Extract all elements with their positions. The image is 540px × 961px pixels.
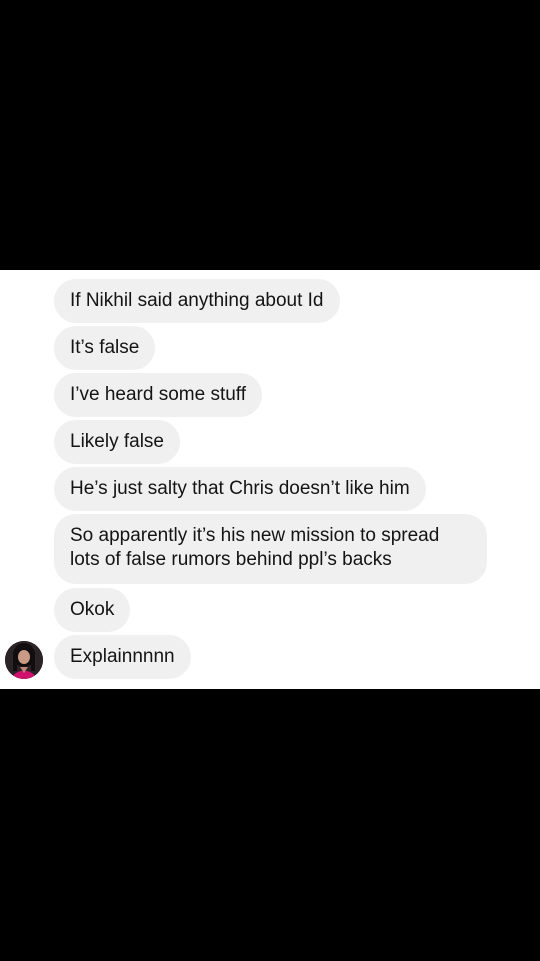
message-bubble[interactable]: It’s false xyxy=(54,326,156,370)
message-text: Okok xyxy=(70,599,115,620)
message-thread[interactable]: If Nikhil said anything about Id It’s fa… xyxy=(0,270,540,689)
message-text: It’s false xyxy=(70,337,140,358)
message-bubble[interactable]: Explainnnnn xyxy=(54,635,191,679)
message-text: I’ve heard some stuff xyxy=(70,384,247,405)
message-text: If Nikhil said anything about Id xyxy=(70,290,324,311)
message-text: Likely false xyxy=(70,431,164,452)
message-bubble[interactable]: Likely false xyxy=(54,420,180,464)
message-text: So apparently it’s his new mission to sp… xyxy=(70,525,440,570)
message-bubble[interactable]: He’s just salty that Chris doesn’t like … xyxy=(54,467,426,511)
top-letterbox xyxy=(0,0,540,270)
message-bubble[interactable]: If Nikhil said anything about Id xyxy=(54,279,340,323)
message-bubble[interactable]: Okok xyxy=(54,588,131,632)
bottom-letterbox xyxy=(0,689,540,961)
profile-photo-icon xyxy=(5,641,43,679)
message-bubble[interactable]: I’ve heard some stuff xyxy=(54,373,263,417)
sender-avatar[interactable] xyxy=(5,641,43,679)
message-text: He’s just salty that Chris doesn’t like … xyxy=(70,478,410,499)
message-text: Explainnnnn xyxy=(70,646,175,667)
message-bubble[interactable]: So apparently it’s his new mission to sp… xyxy=(54,514,487,584)
